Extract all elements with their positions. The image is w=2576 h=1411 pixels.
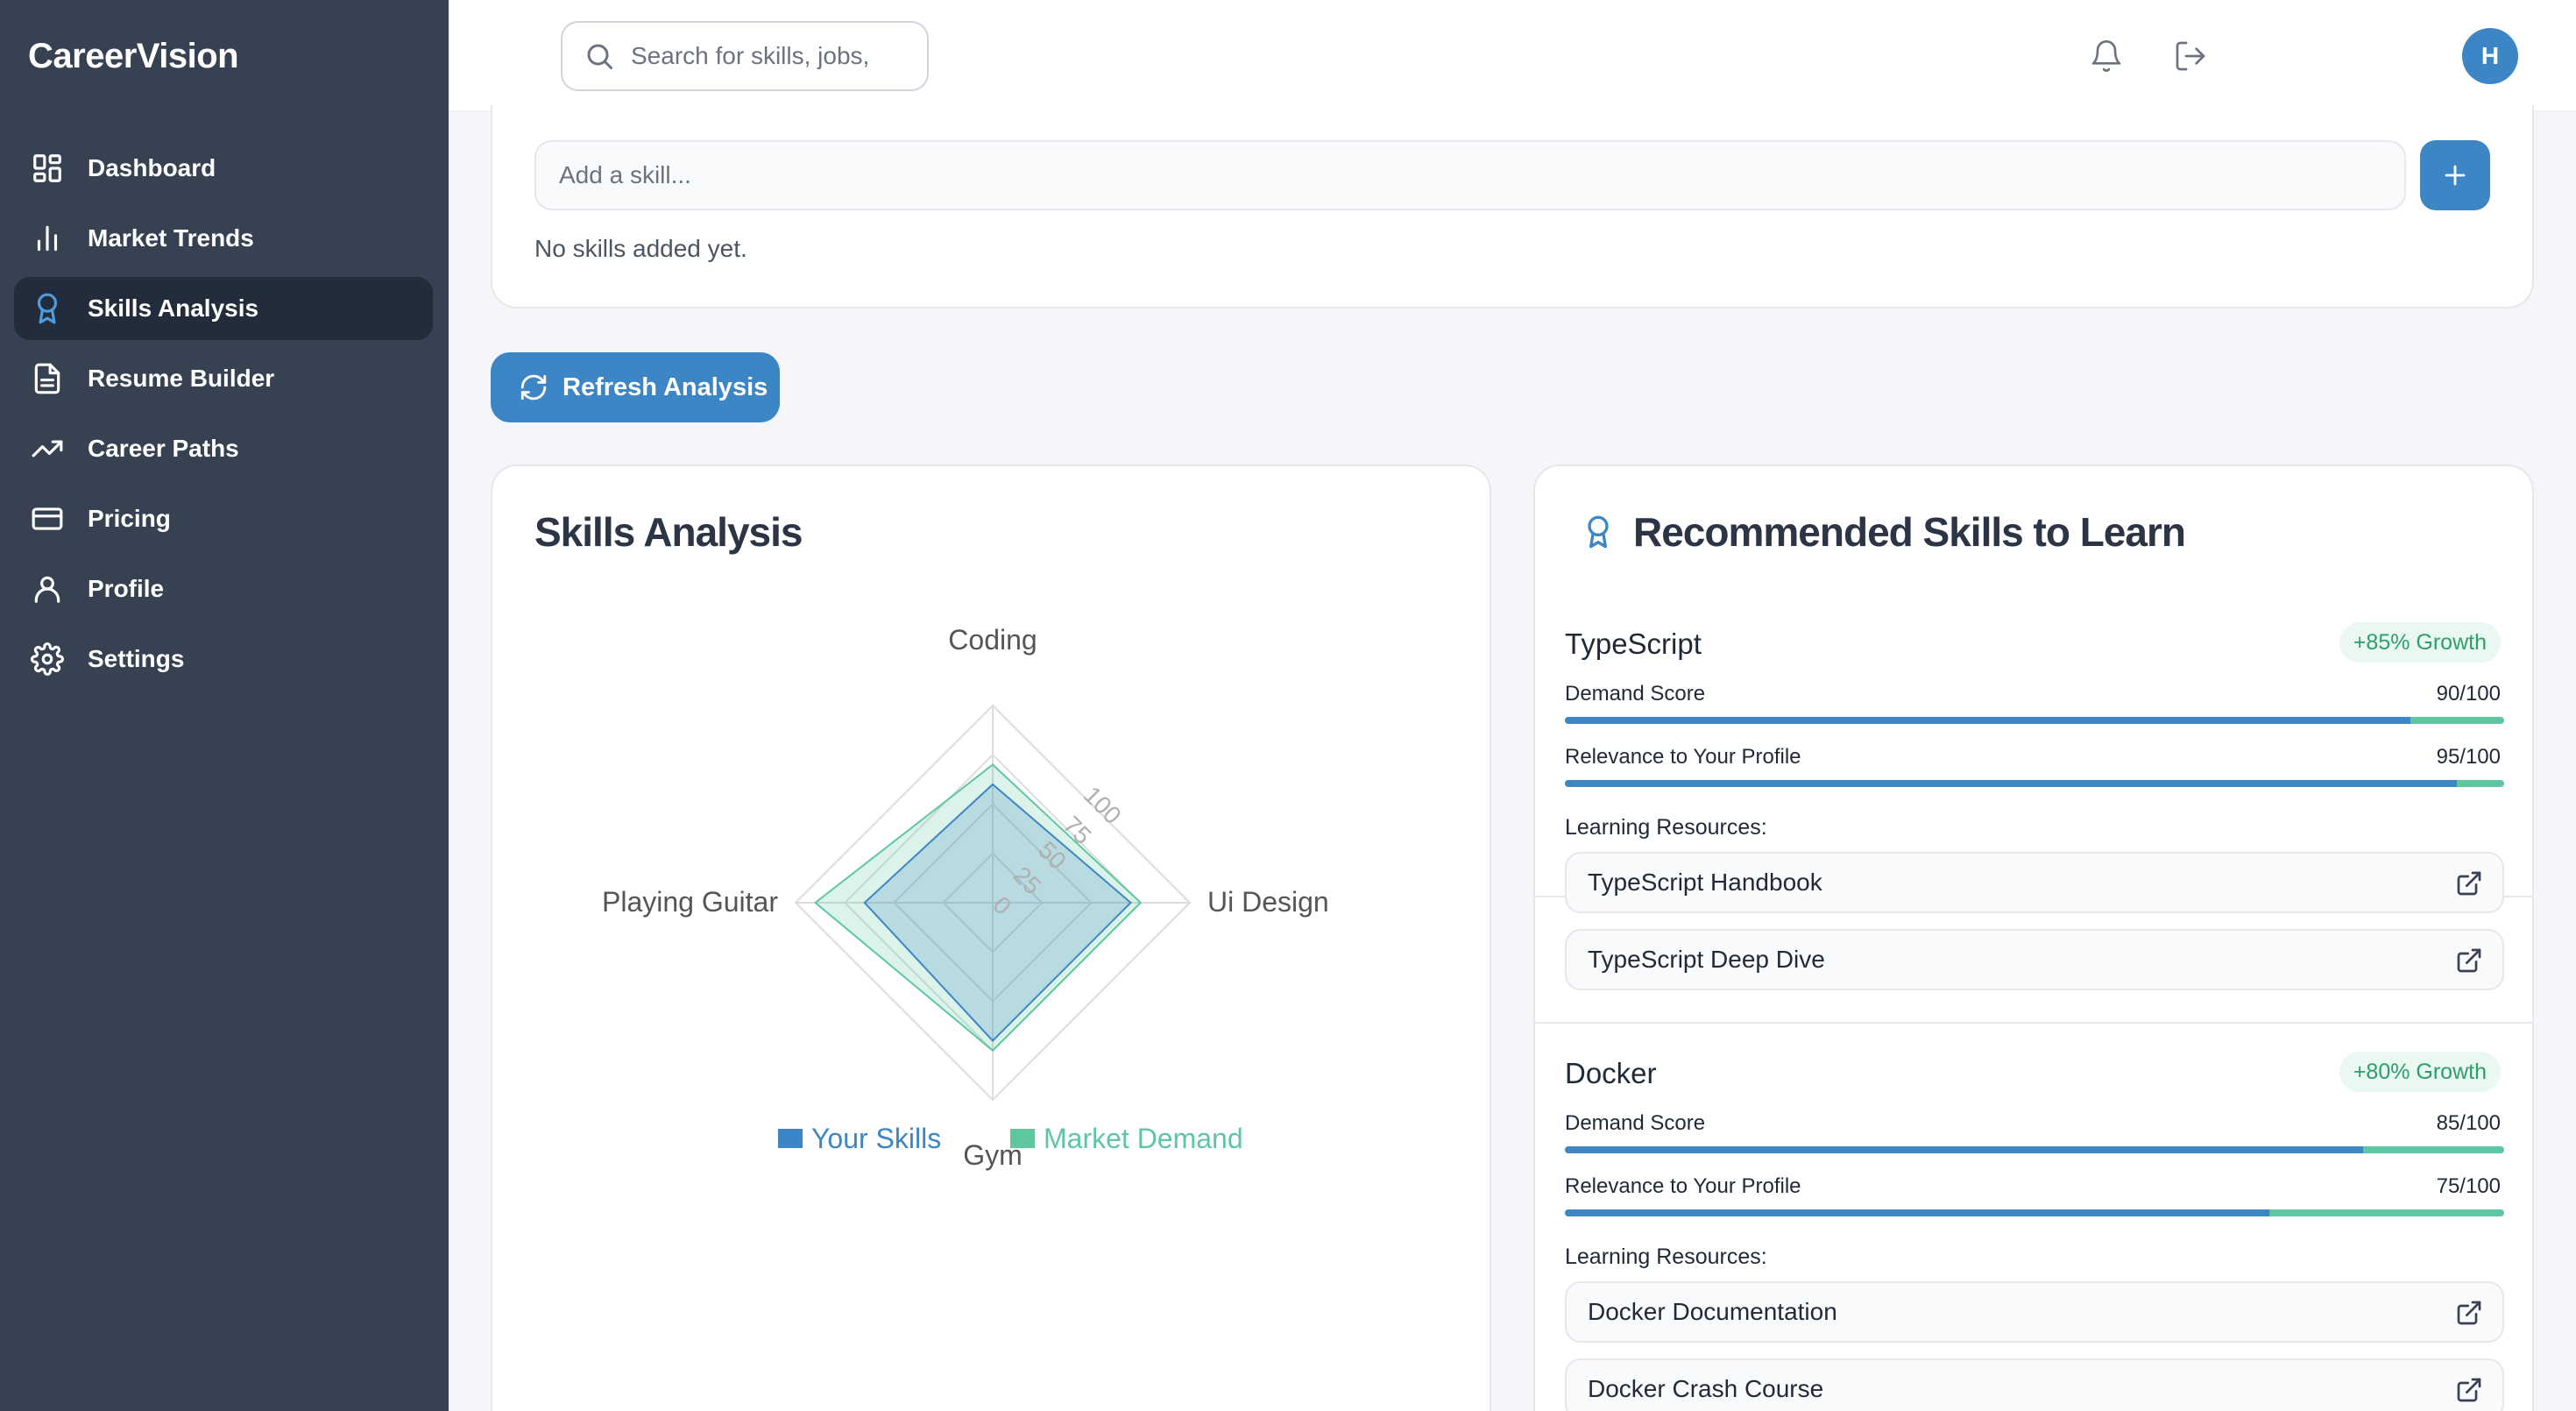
- resources-label: Learning Resources:: [1565, 815, 1767, 840]
- refresh-analysis-label: Refresh Analysis: [563, 372, 768, 401]
- relevance-value: 75/100: [2436, 1174, 2501, 1198]
- card-title: Skills Analysis: [534, 509, 803, 555]
- external-link-icon: [2457, 1301, 2481, 1325]
- radar-axis-label: Coding: [948, 624, 1037, 656]
- trending-up-icon: [30, 431, 65, 466]
- demand-value: 85/100: [2436, 1111, 2501, 1135]
- user-icon: [30, 571, 65, 606]
- sidebar-item-career-paths[interactable]: Career Paths: [14, 417, 433, 480]
- search-input[interactable]: [631, 42, 894, 70]
- top-header: H: [449, 0, 2576, 112]
- sidebar-item-label: Profile: [88, 575, 165, 602]
- resource-link[interactable]: Docker Documentation: [1565, 1281, 2504, 1343]
- skills-input-card: No skills added yet.: [491, 105, 2534, 308]
- resources-label: Learning Resources:: [1565, 1244, 1767, 1269]
- external-link-icon: [2457, 1378, 2481, 1402]
- brand-logo[interactable]: CareerVision: [28, 37, 239, 76]
- relevance-bar: [1565, 780, 2504, 787]
- sidebar: CareerVision Dashboard Market Trends Ski…: [0, 0, 449, 1411]
- sidebar-item-label: Market Trends: [88, 224, 254, 252]
- resource-link[interactable]: TypeScript Handbook: [1565, 852, 2504, 913]
- resource-link-label: Docker Crash Course: [1588, 1375, 1824, 1402]
- add-skill-input[interactable]: [534, 140, 2406, 210]
- sidebar-item-dashboard[interactable]: Dashboard: [14, 137, 433, 200]
- card-title: Recommended Skills to Learn: [1633, 509, 2186, 555]
- credit-card-icon: [30, 501, 65, 536]
- search-box[interactable]: [561, 21, 929, 91]
- relevance-label: Relevance to Your Profile: [1565, 1174, 1801, 1198]
- relevance-label: Relevance to Your Profile: [1565, 745, 1801, 769]
- rec-header: Recommended Skills to Learn: [1581, 508, 2186, 556]
- sidebar-item-pricing[interactable]: Pricing: [14, 487, 433, 550]
- relevance-bar-fill: [1565, 780, 2458, 787]
- sidebar-item-profile[interactable]: Profile: [14, 557, 433, 620]
- demand-bar-fill: [1565, 1146, 2364, 1153]
- divider: [1535, 1022, 2532, 1024]
- external-link-icon: [2457, 871, 2481, 896]
- sidebar-item-settings[interactable]: Settings: [14, 628, 433, 691]
- relevance-bar: [1565, 1209, 2504, 1216]
- demand-label: Demand Score: [1565, 682, 1706, 706]
- recommended-skills-card: Recommended Skills to Learn TypeScript +…: [1533, 464, 2534, 1411]
- demand-value: 90/100: [2436, 682, 2501, 706]
- demand-bar: [1565, 717, 2504, 724]
- relevance-value: 95/100: [2436, 745, 2501, 769]
- growth-badge: +85% Growth: [2339, 622, 2501, 663]
- demand-bar: [1565, 1146, 2504, 1153]
- award-icon: [1588, 515, 1609, 549]
- radar-axis-label: Ui Design: [1207, 886, 1329, 918]
- add-skill-button[interactable]: [2420, 140, 2490, 210]
- award-icon: [30, 291, 65, 326]
- radar-chart: 0255075100CodingUi DesignGymPlaying Guit…: [602, 624, 1329, 1171]
- refresh-analysis-button[interactable]: Refresh Analysis: [491, 352, 780, 422]
- radar-axis-label: Playing Guitar: [602, 886, 778, 918]
- legend-label: Your Skills: [811, 1123, 941, 1154]
- skill-recommendation: Docker +80% Growth Demand Score 85/100 R…: [1535, 1052, 2532, 1411]
- sidebar-item-label: Resume Builder: [88, 365, 275, 392]
- dashboard-icon: [30, 151, 65, 186]
- resource-link-label: TypeScript Handbook: [1588, 869, 1822, 896]
- sidebar-item-label: Career Paths: [88, 435, 239, 462]
- sidebar-item-label: Pricing: [88, 505, 171, 532]
- avatar[interactable]: H: [2462, 28, 2518, 84]
- external-link-icon: [2457, 948, 2481, 973]
- resource-link-label: Docker Documentation: [1588, 1298, 1837, 1325]
- gear-icon: [30, 642, 65, 677]
- resource-link-label: TypeScript Deep Dive: [1588, 946, 1825, 973]
- bell-icon[interactable]: [2089, 39, 2124, 74]
- sidebar-item-label: Dashboard: [88, 154, 216, 181]
- skills-analysis-card: Skills Analysis 0 25 50 75 100 Coding Ui Desig…: [491, 464, 1491, 1411]
- sidebar-item-label: Skills Analysis: [88, 294, 259, 322]
- sidebar-item-resume-builder[interactable]: Resume Builder: [14, 347, 433, 410]
- demand-bar-fill: [1565, 717, 2410, 724]
- bar-chart-icon: [30, 221, 65, 256]
- sidebar-item-skills-analysis[interactable]: Skills Analysis: [14, 277, 433, 340]
- sidebar-item-label: Settings: [88, 645, 185, 672]
- demand-label: Demand Score: [1565, 1111, 1706, 1135]
- legend-label: Market Demand: [1044, 1123, 1243, 1154]
- document-icon: [30, 361, 65, 396]
- empty-skills-text: No skills added yet.: [534, 235, 747, 262]
- sidebar-nav: Dashboard Market Trends Skills Analysis …: [14, 137, 433, 698]
- skill-name: TypeScript: [1565, 628, 1702, 660]
- resource-link[interactable]: Docker Crash Course: [1565, 1358, 2504, 1411]
- search-icon: [587, 44, 612, 69]
- resource-link[interactable]: TypeScript Deep Dive: [1565, 929, 2504, 990]
- skill-recommendation: TypeScript +85% Growth Demand Score 90/1…: [1535, 622, 2532, 990]
- refresh-icon: [520, 374, 547, 401]
- skill-name: Docker: [1565, 1057, 1657, 1089]
- growth-badge: +80% Growth: [2339, 1052, 2501, 1092]
- logout-icon[interactable]: [2173, 39, 2208, 74]
- legend-swatch: [778, 1129, 803, 1148]
- legend-swatch: [1010, 1129, 1035, 1148]
- sidebar-item-market-trends[interactable]: Market Trends: [14, 207, 433, 270]
- plus-icon: [2445, 165, 2466, 186]
- relevance-bar-fill: [1565, 1209, 2269, 1216]
